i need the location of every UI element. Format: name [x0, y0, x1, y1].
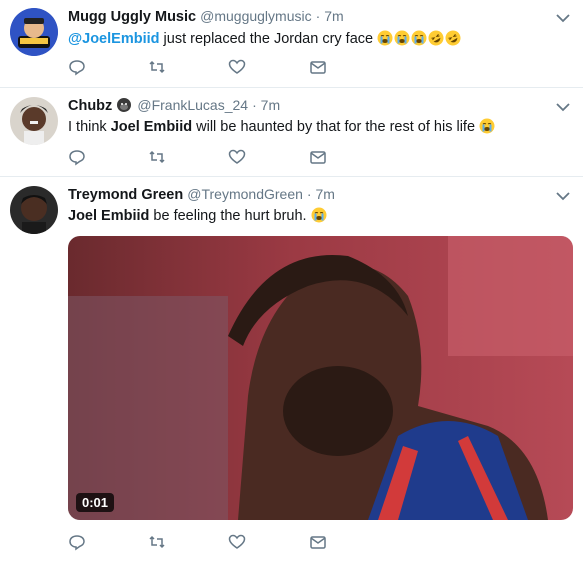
- timestamp[interactable]: · 7m: [252, 97, 280, 113]
- reply-icon[interactable]: [68, 58, 88, 78]
- retweet-icon[interactable]: [148, 148, 168, 168]
- user-handle[interactable]: @FrankLucas_24: [137, 97, 248, 113]
- heart-icon[interactable]: [228, 533, 248, 553]
- tweet-body: just replaced the Jordan cry face: [159, 31, 378, 47]
- crying-face-icon: [377, 30, 393, 46]
- video-player[interactable]: 0:01: [68, 236, 573, 520]
- crying-face-icon: [311, 207, 327, 223]
- bold-name: Joel Embiid: [68, 208, 150, 224]
- tweet-text: @JoelEmbiid just replaced the Jordan cry…: [68, 30, 462, 47]
- bold-name: Joel Embiid: [110, 119, 193, 135]
- reply-icon[interactable]: [68, 148, 88, 168]
- crying-face-icon: [394, 30, 410, 46]
- mention-link[interactable]: @JoelEmbiid: [68, 31, 160, 47]
- crying-face-icon: [411, 30, 427, 46]
- heart-icon[interactable]: [228, 58, 248, 78]
- gorilla-emoji-icon: [116, 97, 132, 113]
- chevron-down-icon[interactable]: [555, 99, 571, 115]
- crying-face-icon: [479, 118, 495, 134]
- retweet-icon[interactable]: [148, 533, 168, 553]
- tweet-body-post: will be haunted by that for the rest of …: [192, 119, 480, 135]
- envelope-icon[interactable]: [309, 148, 329, 168]
- rofl-face-icon: [445, 30, 461, 46]
- tweet[interactable]: Mugg Uggly Music @mugguglymusic · 7m @Jo…: [0, 0, 583, 88]
- envelope-icon[interactable]: [309, 533, 329, 553]
- display-name[interactable]: Treymond Green: [68, 187, 183, 203]
- video-frame: [68, 236, 573, 520]
- avatar[interactable]: [10, 97, 58, 145]
- rofl-face-icon: [428, 30, 444, 46]
- tweet-body-post: be feeling the hurt bruh.: [149, 208, 311, 224]
- chevron-down-icon[interactable]: [555, 188, 571, 204]
- retweet-icon[interactable]: [148, 58, 168, 78]
- heart-icon[interactable]: [228, 148, 248, 168]
- tweet-text: Joel Embiid be feeling the hurt bruh.: [68, 207, 328, 224]
- user-handle[interactable]: @TreymondGreen: [187, 186, 303, 202]
- tweet[interactable]: Chubz @FrankLucas_24 · 7m I think Joel E…: [0, 87, 583, 177]
- tweet-body-pre: I think: [68, 119, 111, 135]
- chevron-down-icon[interactable]: [555, 10, 571, 26]
- timestamp[interactable]: · 7m: [316, 8, 344, 24]
- video-timer: 0:01: [76, 493, 115, 512]
- user-handle[interactable]: @mugguglymusic: [200, 8, 311, 24]
- timestamp[interactable]: · 7m: [307, 186, 335, 202]
- reply-icon[interactable]: [68, 533, 88, 553]
- avatar[interactable]: [10, 8, 58, 56]
- envelope-icon[interactable]: [309, 58, 329, 78]
- tweet-text: I think Joel Embiid will be haunted by t…: [68, 118, 496, 135]
- display-name[interactable]: Mugg Uggly Music: [68, 9, 196, 25]
- display-name[interactable]: Chubz: [68, 98, 112, 114]
- tweet[interactable]: Treymond Green @TreymondGreen · 7m Joel …: [0, 176, 583, 566]
- avatar[interactable]: [10, 186, 58, 234]
